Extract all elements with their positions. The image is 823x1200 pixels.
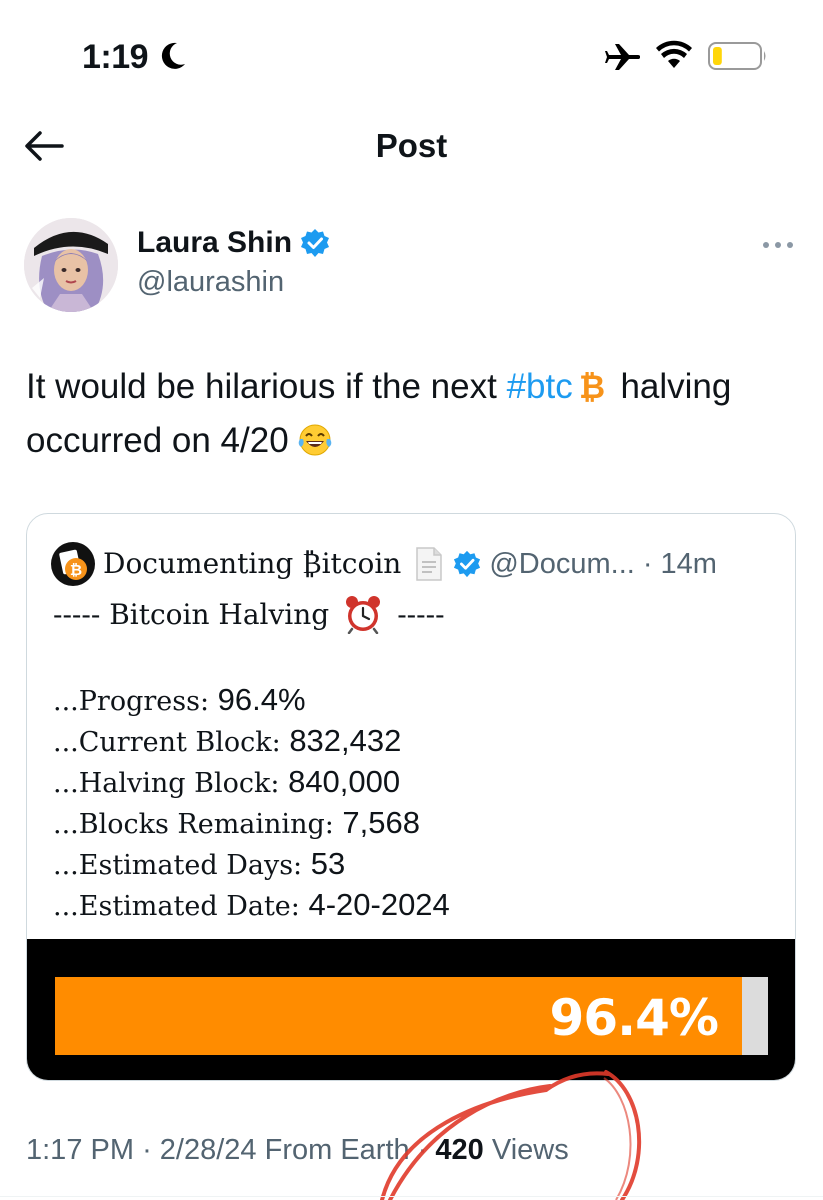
stat-label: ...Estimated Date: bbox=[53, 891, 309, 922]
quoted-post-card[interactable]: ₿ Documenting ₿itcoin @Docum... · 14m --… bbox=[26, 513, 796, 1081]
more-options-icon[interactable] bbox=[760, 238, 796, 252]
verified-badge-icon bbox=[454, 550, 481, 578]
progress-bar-track: 96.4% bbox=[55, 977, 768, 1055]
progress-percent-label: 96.4% bbox=[549, 989, 719, 1047]
stat-value: 53 bbox=[310, 846, 346, 881]
separator-dot: · bbox=[142, 1134, 160, 1166]
alarm-clock-icon bbox=[346, 596, 381, 634]
post-date[interactable]: 2/28/24 bbox=[160, 1134, 257, 1166]
author-name-row[interactable]: Laura Shin bbox=[137, 226, 330, 260]
stat-value: 96.4% bbox=[217, 682, 306, 717]
stat-label: ...Current Block: bbox=[53, 727, 290, 758]
stat-row: ...Halving Block: 840,000 bbox=[53, 761, 450, 802]
views-count[interactable]: 420 bbox=[435, 1134, 483, 1166]
quoted-post-body: ----- Bitcoin Halving ----- bbox=[53, 594, 445, 634]
document-icon bbox=[416, 547, 443, 581]
stat-row: ...Estimated Days: 53 bbox=[53, 843, 450, 884]
quoted-author-handle[interactable]: @Docum... bbox=[489, 548, 634, 581]
quoted-author-name[interactable]: Documenting ₿itcoin bbox=[103, 547, 401, 581]
status-time: 1:19 bbox=[82, 38, 149, 76]
svg-text:₿: ₿ bbox=[70, 561, 82, 579]
stat-row: ...Progress: 96.4% bbox=[53, 679, 450, 720]
stat-label: ...Estimated Days: bbox=[53, 850, 311, 881]
stat-value: 7,568 bbox=[342, 805, 420, 840]
stat-label: ...Progress: bbox=[53, 686, 218, 717]
moon-icon bbox=[161, 42, 185, 69]
post-meta: 1:17 PM · 2/28/24 From Earth · 420 Views bbox=[26, 1134, 569, 1167]
halving-stats-list: ...Progress: 96.4% ...Current Block: 832… bbox=[53, 679, 450, 925]
halving-progress-image[interactable]: 96.4% bbox=[27, 939, 795, 1080]
stat-label: ...Blocks Remaining: bbox=[53, 809, 343, 840]
quoted-avatar-icon[interactable]: ₿ bbox=[51, 542, 95, 586]
separator-dot: · bbox=[642, 547, 653, 580]
halving-heading-right: ----- bbox=[397, 597, 445, 631]
stat-row: ...Estimated Date: 4-20-2024 bbox=[53, 884, 450, 925]
bitcoin-icon: ₿ bbox=[579, 369, 605, 403]
wifi-icon bbox=[656, 40, 692, 68]
quoted-post-time[interactable]: 14m bbox=[660, 548, 716, 581]
post-time[interactable]: 1:17 PM bbox=[26, 1134, 134, 1166]
divider bbox=[0, 1196, 823, 1197]
avatar[interactable] bbox=[24, 218, 118, 312]
author-handle[interactable]: @laurashin bbox=[137, 266, 284, 299]
post-text: It would be hilarious if the next #btc ₿… bbox=[26, 360, 806, 468]
red-circle-annotation bbox=[380, 1070, 642, 1200]
halving-heading-left: ----- Bitcoin Halving bbox=[53, 597, 330, 631]
post-source: From Earth bbox=[264, 1134, 410, 1166]
svg-text:₿: ₿ bbox=[579, 369, 605, 403]
stat-row: ...Blocks Remaining: 7,568 bbox=[53, 802, 450, 843]
stat-label: ...Halving Block: bbox=[53, 768, 289, 799]
post-text-part: occurred on 4/20 bbox=[26, 421, 289, 460]
views-label[interactable]: Views bbox=[492, 1134, 569, 1166]
battery-icon bbox=[708, 42, 766, 70]
halving-heading: ----- Bitcoin Halving ----- bbox=[53, 594, 445, 634]
page-title: Post bbox=[375, 127, 448, 164]
avatar-illustration bbox=[24, 218, 118, 312]
post-text-part: It would be hilarious if the next bbox=[26, 367, 507, 406]
quoted-post-header: ₿ Documenting ₿itcoin @Docum... · 14m bbox=[51, 542, 717, 586]
hashtag-link[interactable]: #btc bbox=[507, 367, 573, 406]
stat-value: 832,432 bbox=[289, 723, 402, 758]
separator-dot: · bbox=[417, 1134, 436, 1166]
stat-value: 840,000 bbox=[288, 764, 401, 799]
post-text-part: halving bbox=[610, 367, 732, 406]
verified-badge-icon bbox=[301, 229, 330, 257]
stat-value: 4-20-2024 bbox=[308, 887, 450, 922]
airplane-mode-icon bbox=[605, 44, 640, 70]
laughing-tears-emoji-icon bbox=[298, 424, 331, 456]
author-name[interactable]: Laura Shin bbox=[137, 226, 292, 260]
stat-row: ...Current Block: 832,432 bbox=[53, 720, 450, 761]
